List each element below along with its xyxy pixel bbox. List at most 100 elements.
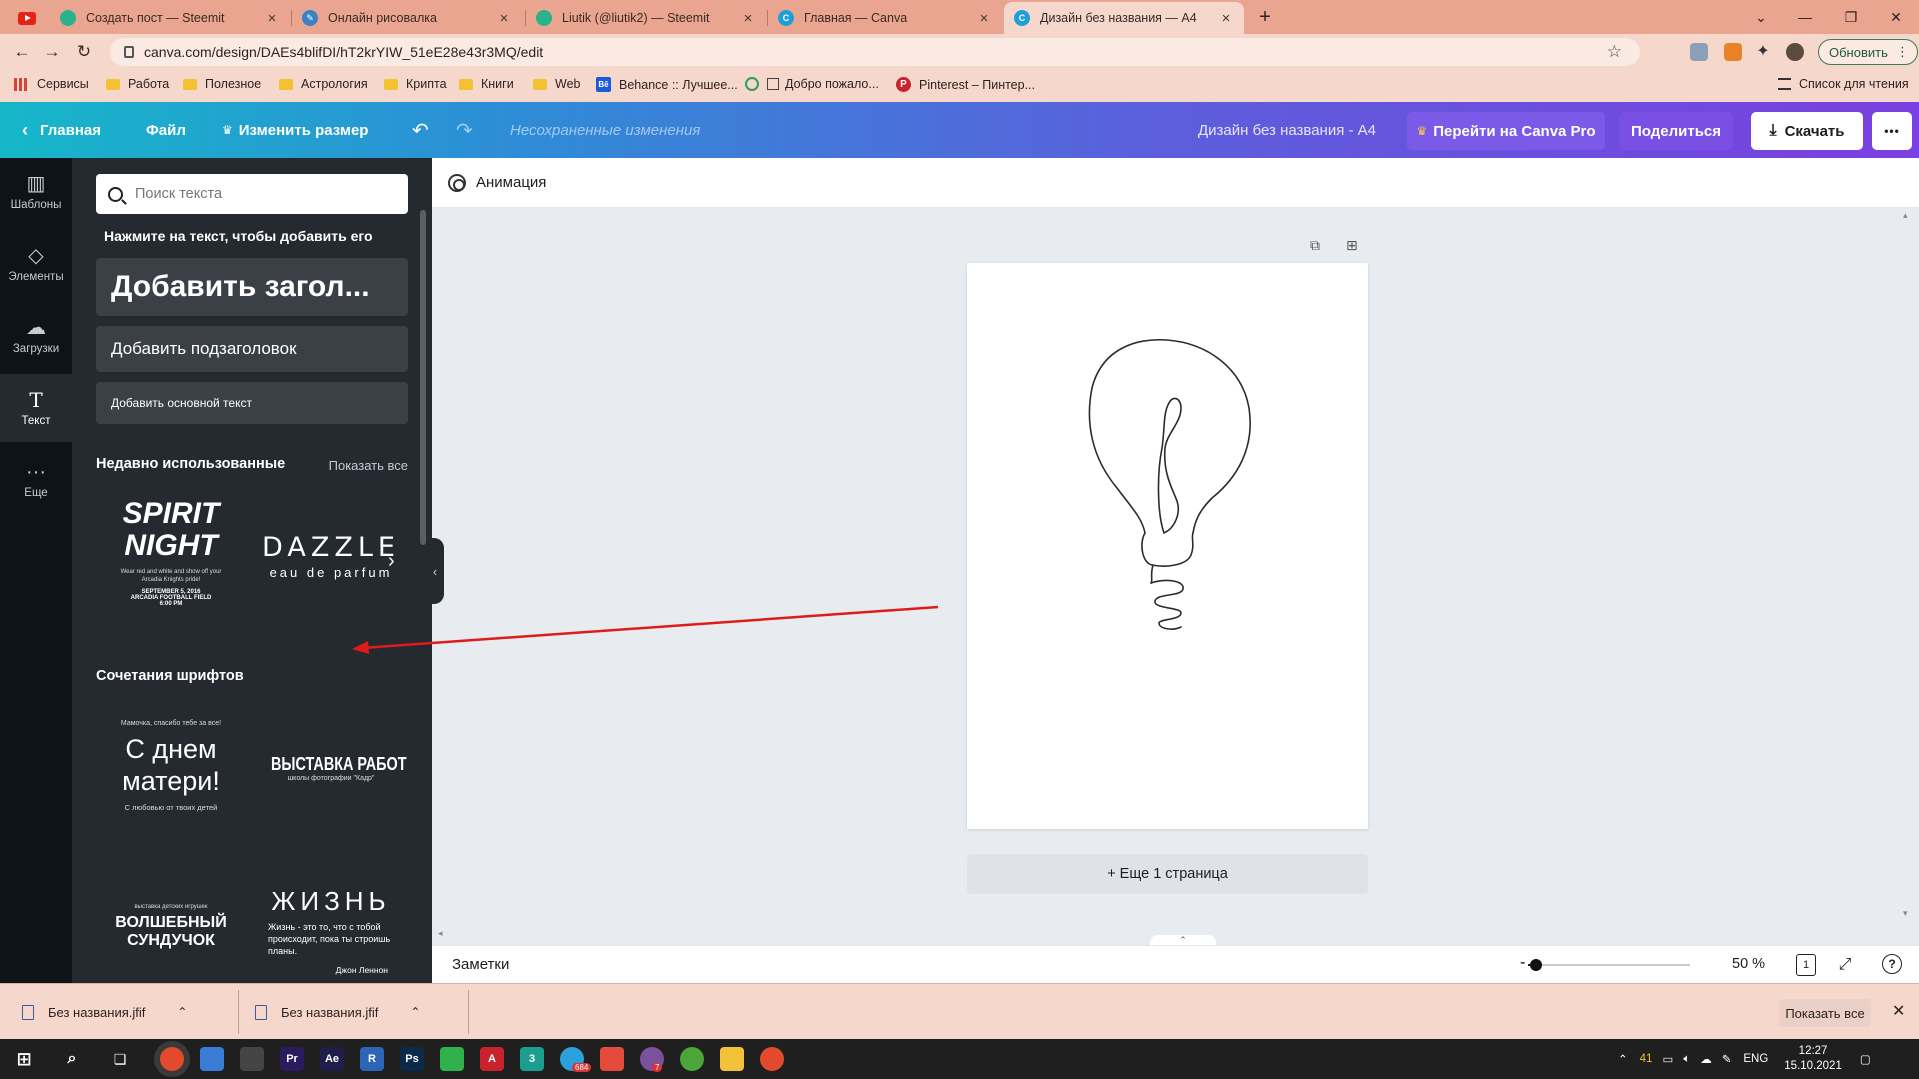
minimize-icon[interactable]: — [1782,0,1828,34]
file-menu[interactable]: Файл [146,102,186,158]
premiere-icon[interactable]: Pr [280,1047,304,1071]
zoom-slider[interactable] [1528,964,1690,966]
text-search-input[interactable] [135,186,395,202]
scroll-down-icon[interactable]: ▾ [1903,908,1908,919]
animation-button[interactable]: Анимация [476,174,546,191]
combo-magic-chest[interactable]: выставка детских игрушек ВОЛШЕБНЫЙ СУНДУ… [96,904,246,974]
new-tab-button[interactable]: + [1250,0,1280,34]
pen-icon[interactable]: ✎ [1722,1052,1732,1066]
chevron-right-icon[interactable]: › [388,550,406,572]
reload-icon[interactable]: ↻ [72,40,96,64]
download-item[interactable]: Без названия.jfif ⌃ [255,984,420,1040]
zoom-out-icon[interactable]: - [1520,954,1525,972]
close-icon[interactable]: × [740,10,756,27]
tab-steemit-create[interactable]: Создать пост — Steemit × [50,2,290,34]
bookmark-web[interactable]: Web [533,77,580,91]
acrobat-icon[interactable]: A [480,1047,504,1071]
3-app-icon[interactable]: 3 [520,1047,544,1071]
search-icon[interactable]: ⌕ [60,1047,84,1071]
add-page-icon[interactable]: ⊞ [1346,237,1362,253]
tray-up-icon[interactable]: ⌃ [1618,1052,1628,1066]
update-button[interactable]: Обновить ⋮ [1818,39,1918,65]
close-icon[interactable]: × [496,10,512,27]
chrome-icon[interactable] [160,1047,184,1071]
tab-search-icon[interactable]: ⌄ [1738,0,1784,34]
combo-mothers-day[interactable]: Мамочка, спасибо тебе за все! С днем мат… [96,720,246,830]
more-options-button[interactable]: ••• [1872,112,1912,150]
onedrive-icon[interactable]: ☁ [1700,1052,1712,1066]
language-indicator[interactable]: ENG [1743,1053,1768,1065]
mail-icon[interactable] [240,1047,264,1071]
window-close-icon[interactable]: ✕ [1873,0,1919,34]
youtube-pinned-tab[interactable] [12,2,40,34]
task-view-icon[interactable]: ❏ [108,1047,132,1071]
bookmark-services[interactable]: Сервисы [14,77,89,91]
bookmark-crypto[interactable]: Крипта [384,77,447,91]
url-field[interactable]: canva.com/design/DAEs4blifDI/hT2krYIW_51… [110,38,1640,66]
rail-more[interactable]: ··· Еще [0,446,72,514]
windows-start-icon[interactable]: ⊞ [12,1047,36,1071]
notes-button[interactable]: Заметки [452,956,509,973]
add-page-button[interactable]: + Еще 1 страница [967,854,1368,894]
restore-icon[interactable]: ❐ [1828,0,1874,34]
anydesk-icon[interactable] [600,1047,624,1071]
back-icon[interactable]: ← [10,40,34,64]
network-icon[interactable]: ▭ [1662,1052,1673,1066]
r-app-icon[interactable]: R [360,1047,384,1071]
home-link[interactable]: ‹ Главная [22,102,101,158]
close-icon[interactable]: × [976,10,992,27]
close-icon[interactable]: × [264,10,280,27]
chrome-2-icon[interactable] [760,1047,784,1071]
volume-icon[interactable]: 🔈︎ [1683,1053,1690,1066]
bookmark-astrology[interactable]: Астрология [279,77,368,91]
duplicate-page-icon[interactable]: ⧉ [1310,237,1326,253]
scroll-left-icon[interactable]: ◂ [438,928,443,939]
star-icon[interactable]: ☆ [1607,42,1622,62]
combo-life[interactable]: ЖИЗНЬ Жизнь - это то, что с тобой происх… [256,886,406,982]
close-shelf-icon[interactable]: ✕ [1892,1001,1905,1021]
forward-icon[interactable]: → [40,40,64,64]
metamask-icon[interactable] [1724,43,1742,61]
collapse-panel-tab[interactable]: ‹ [426,538,444,604]
download-item[interactable]: Без названия.jfif ⌃ [22,984,187,1040]
close-icon[interactable]: × [1218,10,1234,27]
tab-online-draw[interactable]: ✎ Онлайн рисовалка × [292,2,522,34]
chevron-up-icon[interactable]: ⌃ [410,1005,420,1019]
add-subheading-button[interactable]: Добавить подзаголовок [96,326,408,372]
design-page[interactable] [967,263,1368,829]
scroll-up-icon[interactable]: ▴ [1903,210,1908,221]
tab-steemit-profile[interactable]: Liutik (@liutik2) — Steemit × [526,2,766,34]
rail-text[interactable]: T Текст [0,374,72,442]
extensions-puzzle-icon[interactable]: ✦ [1754,43,1772,61]
bookmark-behance[interactable]: Bē Behance :: Лучшее... [596,77,738,92]
clock[interactable]: 12:27 15.10.2021 [1784,1044,1842,1074]
go-pro-button[interactable]: ♛ Перейти на Canva Pro [1407,112,1605,150]
reading-list[interactable]: Список для чтения [1778,77,1909,91]
notifications-icon[interactable]: ▢ [1860,1052,1871,1066]
show-all-link[interactable]: Показать все [329,458,408,473]
after-effects-icon[interactable]: Ae [320,1047,344,1071]
store-icon[interactable] [200,1047,224,1071]
bookmark-books[interactable]: Книги [459,77,514,91]
photoshop-icon[interactable]: Ps [400,1047,424,1071]
explorer-icon[interactable] [720,1047,744,1071]
utorrent-icon[interactable] [680,1047,704,1071]
design-title[interactable]: Дизайн без названия - A4 [1198,102,1376,158]
shield-extension-icon[interactable] [1690,43,1708,61]
download-button[interactable]: ⤓ Скачать [1751,112,1863,150]
rail-templates[interactable]: ▥ Шаблоны [0,158,72,226]
resize-button[interactable]: ♛ Изменить размер [222,102,368,158]
rail-elements[interactable]: ◇ Элементы [0,230,72,298]
help-icon[interactable]: ? [1882,954,1902,974]
page-count-button[interactable]: 1 [1796,954,1816,976]
text-search-field[interactable] [96,174,408,214]
tab-canva-design[interactable]: C Дизайн без названия — A4 × [1004,2,1244,34]
zoom-value[interactable]: 50 % [1732,956,1765,972]
phone-app-icon[interactable] [440,1047,464,1071]
combo-exhibition[interactable]: ВЫСТАВКА РАБОТ школы фотографии "Кадр" [256,754,407,804]
add-heading-button[interactable]: Добавить загол... [96,258,408,316]
downloads-show-all-button[interactable]: Показать все [1779,999,1871,1027]
rail-uploads[interactable]: ☁ Загрузки [0,302,72,370]
add-body-text-button[interactable]: Добавить основной текст [96,382,408,424]
bookmark-work[interactable]: Работа [106,77,169,91]
